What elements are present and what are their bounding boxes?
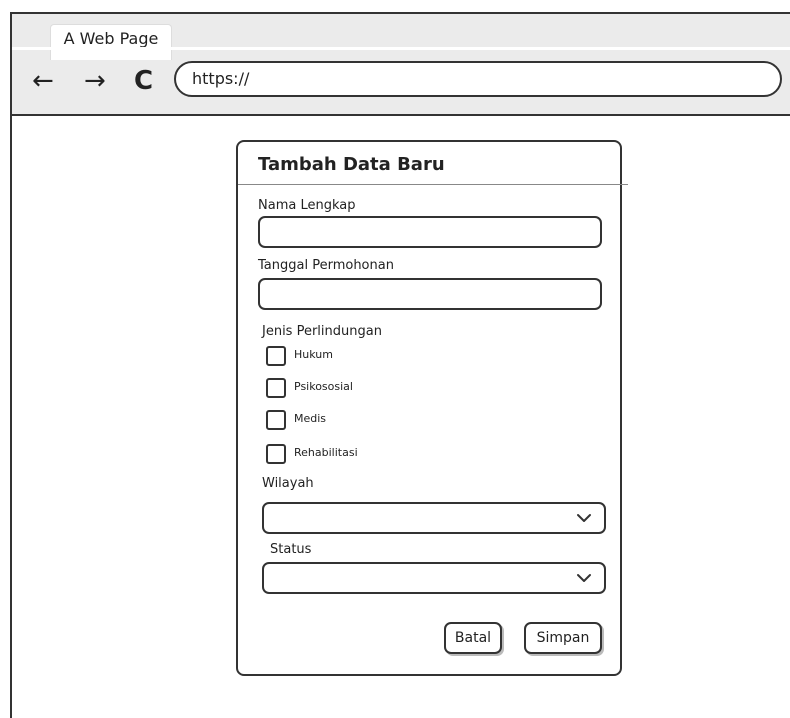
- checkbox-label-hukum: Hukum: [294, 348, 333, 361]
- nama-lengkap-input[interactable]: [258, 216, 602, 248]
- wilayah-label: Wilayah: [262, 476, 314, 491]
- tab-strip: [12, 47, 790, 50]
- back-arrow-icon[interactable]: ←: [32, 66, 54, 96]
- checkbox-rehabilitasi[interactable]: [266, 444, 286, 464]
- forward-arrow-icon[interactable]: →: [84, 66, 106, 96]
- jenis-perlindungan-label: Jenis Perlindungan: [262, 324, 382, 339]
- browser-tab[interactable]: A Web Page: [50, 24, 172, 60]
- checkbox-medis[interactable]: [266, 410, 286, 430]
- dialog-divider: [238, 184, 628, 185]
- checkbox-label-psikososial: Psikososial: [294, 380, 353, 393]
- chevron-down-icon: [577, 514, 591, 522]
- status-label: Status: [270, 542, 312, 557]
- address-bar[interactable]: https://: [174, 61, 782, 97]
- save-button[interactable]: Simpan: [524, 622, 602, 654]
- tanggal-permohonan-label: Tanggal Permohonan: [258, 258, 394, 273]
- cancel-button[interactable]: Batal: [444, 622, 502, 654]
- checkbox-label-medis: Medis: [294, 412, 327, 425]
- status-select[interactable]: [262, 562, 606, 594]
- chevron-down-icon: [577, 574, 591, 582]
- checkbox-label-rehabilitasi: Rehabilitasi: [294, 446, 358, 459]
- checkbox-psikososial[interactable]: [266, 378, 286, 398]
- checkbox-hukum[interactable]: [266, 346, 286, 366]
- tanggal-permohonan-input[interactable]: [258, 278, 602, 310]
- nama-lengkap-label: Nama Lengkap: [258, 198, 356, 213]
- reload-icon[interactable]: C: [134, 66, 153, 96]
- wilayah-select[interactable]: [262, 502, 606, 534]
- dialog-title: Tambah Data Baru: [258, 154, 445, 175]
- browser-toolbar: A Web Page ← → C https://: [12, 14, 790, 116]
- add-data-dialog: Tambah Data Baru Nama Lengkap Tanggal Pe…: [236, 140, 628, 676]
